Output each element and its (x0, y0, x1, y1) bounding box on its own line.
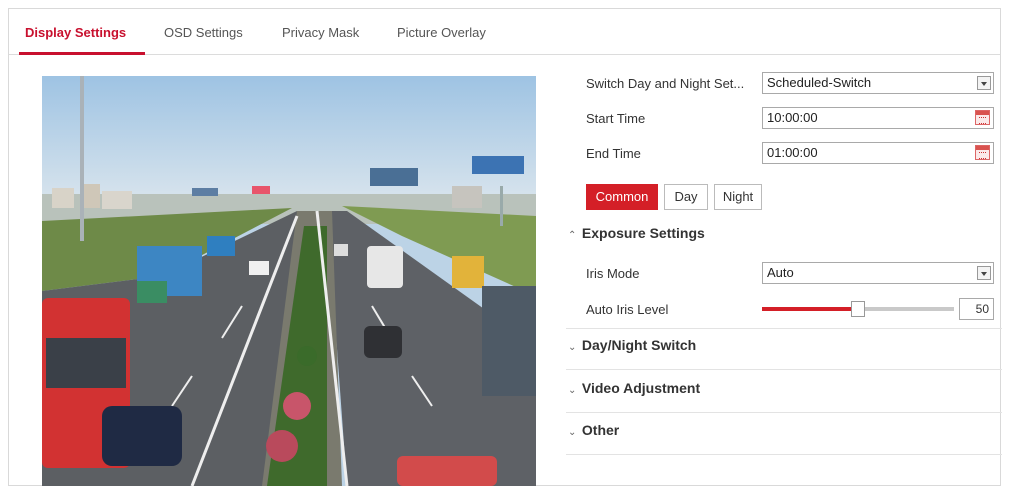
iris-mode-value: Auto (767, 265, 794, 280)
other-header[interactable]: ⌄ Other (566, 422, 1002, 438)
switch-day-night-value: Scheduled-Switch (767, 75, 872, 90)
mode-night-button[interactable]: Night (714, 184, 762, 210)
start-time-label: Start Time (586, 111, 646, 126)
switch-day-night-select[interactable]: Scheduled-Switch (762, 72, 994, 94)
slider-fill (762, 307, 858, 311)
settings-panel: Switch Day and Night Set... Scheduled-Sw… (566, 67, 1002, 487)
chevron-down-icon: ⌄ (568, 342, 577, 353)
end-time-input[interactable]: 01:00:00 (762, 142, 994, 164)
iris-mode-label: Iris Mode (586, 266, 640, 281)
end-time-value: 01:00:00 (767, 145, 818, 160)
video-adjustment-title: Video Adjustment (581, 380, 701, 396)
slider-handle[interactable] (851, 301, 865, 317)
auto-iris-level-value[interactable]: 50 (959, 298, 994, 320)
divider (566, 369, 1002, 370)
chevron-down-icon[interactable] (977, 76, 991, 90)
exposure-settings-header[interactable]: ⌃ Exposure Settings (566, 225, 1002, 241)
mode-day-button[interactable]: Day (664, 184, 708, 210)
start-time-value: 10:00:00 (767, 110, 818, 125)
live-preview (42, 76, 536, 486)
chevron-down-icon[interactable] (977, 266, 991, 280)
auto-iris-level-label: Auto Iris Level (586, 302, 669, 317)
auto-iris-level-row: Auto Iris Level 50 (566, 295, 1002, 321)
chevron-down-icon: ⌄ (568, 385, 577, 396)
divider (566, 328, 1002, 329)
other-title: Other (581, 422, 620, 438)
active-tab-indicator (19, 52, 145, 55)
auto-iris-level-slider[interactable] (762, 301, 954, 317)
display-settings-page: Display Settings OSD Settings Privacy Ma… (8, 8, 1002, 487)
start-time-input[interactable]: 10:00:00 (762, 107, 994, 129)
day-night-switch-header[interactable]: ⌄ Day/Night Switch (566, 337, 1002, 353)
tab-bar: Display Settings OSD Settings Privacy Ma… (9, 9, 1000, 55)
video-adjustment-header[interactable]: ⌄ Video Adjustment (566, 380, 1002, 396)
iris-mode-select[interactable]: Auto (762, 262, 994, 284)
live-preview-image (42, 76, 536, 486)
tab-osd-settings[interactable]: OSD Settings (164, 25, 243, 40)
exposure-settings-title: Exposure Settings (581, 225, 705, 241)
day-night-switch-title: Day/Night Switch (581, 337, 697, 353)
switch-day-night-label: Switch Day and Night Set... (586, 76, 745, 91)
tab-display-settings[interactable]: Display Settings (25, 25, 126, 40)
chevron-up-icon: ⌃ (568, 230, 577, 241)
switch-day-night-row: Switch Day and Night Set... Scheduled-Sw… (566, 70, 1002, 96)
end-time-label: End Time (586, 146, 641, 161)
divider (566, 412, 1002, 413)
start-time-row: Start Time 10:00:00 (566, 105, 1002, 131)
iris-mode-row: Iris Mode Auto (566, 260, 1002, 286)
divider (566, 454, 1002, 455)
chevron-down-icon: ⌄ (568, 427, 577, 438)
mode-common-button[interactable]: Common (586, 184, 658, 210)
tab-privacy-mask[interactable]: Privacy Mask (282, 25, 359, 40)
end-time-row: End Time 01:00:00 (566, 140, 1002, 166)
calendar-icon[interactable] (975, 145, 990, 160)
calendar-icon[interactable] (975, 110, 990, 125)
tab-picture-overlay[interactable]: Picture Overlay (397, 25, 486, 40)
